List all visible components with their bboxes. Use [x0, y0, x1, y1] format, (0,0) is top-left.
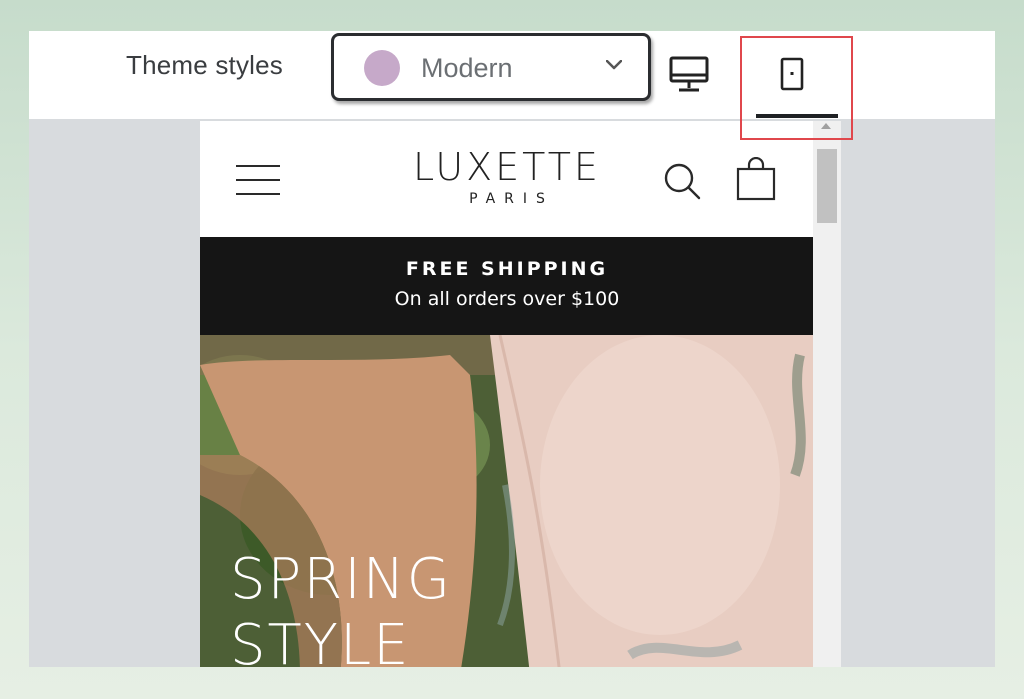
mobile-preview: LUXETTE PARIS FREE SHIPPING On all order… [200, 121, 814, 667]
search-icon[interactable] [662, 161, 702, 201]
scroll-thumb[interactable] [817, 149, 837, 223]
hero-headline: SPRING STYLE [230, 547, 452, 667]
site-header: LUXETTE PARIS [200, 121, 814, 237]
hero-banner[interactable]: SPRING STYLE [200, 335, 814, 667]
mobile-view-highlight [740, 36, 853, 140]
theme-color-swatch [364, 50, 400, 86]
shopping-bag-icon[interactable] [736, 157, 776, 201]
app-frame: Theme styles Modern LUXETTE PARIS FREE S… [29, 31, 995, 667]
announcement-bar: FREE SHIPPING On all orders over $100 [200, 237, 814, 335]
hero-line-1: SPRING [230, 547, 453, 612]
announcement-subtitle: On all orders over $100 [394, 288, 620, 310]
chevron-down-icon [606, 60, 622, 70]
hero-line-2: STYLE [230, 613, 411, 667]
preview-scrollbar[interactable] [813, 121, 841, 667]
desktop-icon[interactable] [667, 55, 711, 95]
hamburger-menu-icon[interactable] [236, 165, 280, 195]
store-logo[interactable]: LUXETTE PARIS [350, 145, 664, 207]
theme-select-value: Modern [421, 53, 513, 83]
logo-sub-text: PARIS [469, 191, 554, 207]
logo-main-text: LUXETTE [413, 145, 601, 189]
theme-styles-label: Theme styles [126, 50, 284, 80]
theme-style-select[interactable]: Modern [331, 33, 651, 101]
announcement-title: FREE SHIPPING [405, 258, 609, 280]
